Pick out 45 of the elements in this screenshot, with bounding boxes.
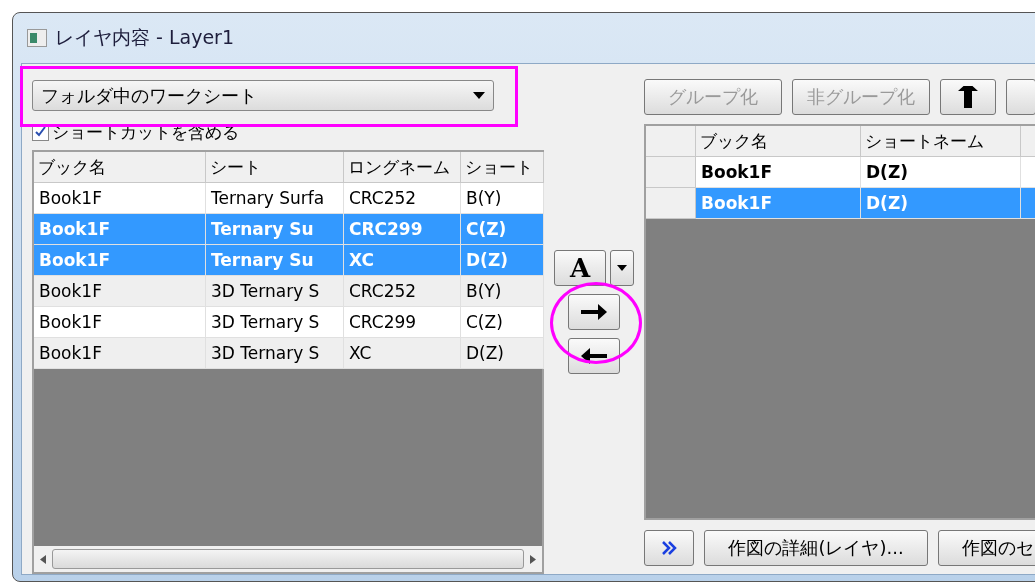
table-cell[interactable]: 3D Ternary S (206, 307, 344, 338)
column-header[interactable]: ショート (461, 152, 544, 183)
table-cell[interactable]: Book1F (34, 338, 206, 369)
table-cell[interactable]: 3D Ternary S (206, 338, 344, 369)
table-cell[interactable]: C(Z) (461, 307, 544, 338)
column-header[interactable]: シート (206, 152, 344, 183)
table-cell[interactable]: 3D Ternary S (206, 276, 344, 307)
table-cell[interactable]: XC (344, 338, 461, 369)
table-cell[interactable]: CRC252 (344, 183, 461, 214)
table-cell[interactable]: B(Y) (461, 183, 544, 214)
source-dropdown[interactable]: フォルダ中のワークシート (32, 80, 494, 111)
right-arrow-icon (579, 301, 609, 323)
table-cell[interactable]: Book1F (34, 307, 206, 338)
scrollbar-thumb[interactable] (52, 549, 524, 569)
expand-button[interactable] (644, 530, 694, 566)
remove-button[interactable] (568, 338, 620, 374)
font-dropdown-button[interactable] (610, 250, 634, 286)
scroll-left-icon (40, 554, 46, 564)
add-button[interactable] (568, 294, 620, 330)
scroll-right-icon (530, 554, 536, 564)
column-header[interactable]: ショートネーム (861, 126, 1021, 157)
table-cell[interactable]: Book1F (696, 157, 861, 188)
window-icon (27, 29, 47, 47)
row-header (646, 126, 696, 157)
plot-button[interactable]: 作図のセ (938, 530, 1035, 566)
table-cell[interactable]: B(Y) (461, 276, 544, 307)
plot-button[interactable]: 作図の詳細(レイヤ)... (704, 530, 928, 566)
table-cell[interactable]: CRC299 (344, 307, 461, 338)
check-icon (35, 126, 46, 137)
font-button[interactable]: A (554, 250, 606, 286)
column-header[interactable]: ブック名 (696, 126, 861, 157)
table-cell[interactable]: D(Z) (861, 157, 1021, 188)
double-chevron-icon (661, 541, 677, 555)
caret-icon (473, 92, 485, 99)
table-cell[interactable]: Book1F (34, 183, 206, 214)
window-title: レイヤ内容 - Layer1 (55, 25, 234, 50)
table-cell[interactable]: CRC252 (344, 276, 461, 307)
horizontal-scrollbar[interactable] (34, 546, 542, 572)
column-header[interactable]: ロングネーム (344, 152, 461, 183)
table-cell[interactable]: Ternary Surfa (206, 183, 344, 214)
table-cell[interactable]: D(Z) (461, 338, 544, 369)
caret-icon (617, 265, 627, 271)
move-up-button[interactable] (940, 79, 996, 115)
column-header[interactable]: ブック名 (34, 152, 206, 183)
table-cell[interactable]: Book1F (34, 276, 206, 307)
